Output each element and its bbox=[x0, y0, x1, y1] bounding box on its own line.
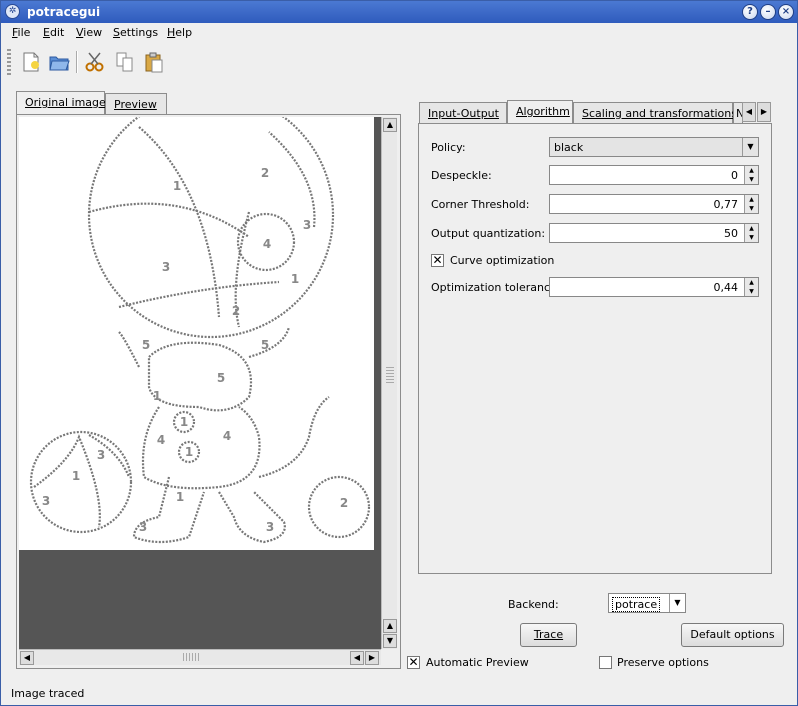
output-quantization-spinbox[interactable]: 50 ▲ ▼ bbox=[549, 223, 759, 243]
region-number: 2 bbox=[261, 166, 269, 180]
region-number: 4 bbox=[263, 237, 271, 251]
curve-optimization-label[interactable]: Curve optimization bbox=[450, 254, 554, 267]
automatic-preview-label[interactable]: Automatic Preview bbox=[426, 656, 529, 669]
open-icon[interactable] bbox=[46, 49, 72, 75]
source-image: 1 2 3 4 3 1 2 5 5 5 4 1 1 4 1 3 3 1 1 3 … bbox=[19, 91, 374, 550]
despeckle-spinbox[interactable]: 0 ▲ ▼ bbox=[549, 165, 759, 185]
scroll-left-icon[interactable]: ◀ bbox=[20, 651, 34, 665]
optimization-tolerance-label: Optimization tolerance: bbox=[431, 281, 561, 294]
menu-view[interactable]: View bbox=[76, 26, 102, 39]
scroll-right-icon[interactable]: ▶ bbox=[365, 651, 379, 665]
region-number: 1 bbox=[176, 490, 184, 504]
scroll-grip[interactable] bbox=[183, 653, 201, 661]
backend-select[interactable]: potrace ▼ bbox=[608, 593, 686, 613]
policy-select[interactable]: black ▼ bbox=[549, 137, 759, 157]
scroll-up-icon[interactable]: ▲ bbox=[383, 619, 397, 633]
spin-buttons[interactable]: ▲ ▼ bbox=[744, 224, 758, 242]
default-options-button[interactable]: Default options bbox=[681, 623, 784, 647]
paste-icon[interactable] bbox=[141, 49, 167, 75]
copy-icon[interactable] bbox=[112, 49, 138, 75]
main-window: ✲ potracegui ? – × File Edit View Settin… bbox=[0, 0, 798, 706]
region-number: 2 bbox=[340, 496, 348, 510]
menu-file[interactable]: File bbox=[12, 26, 30, 39]
menu-help[interactable]: Help bbox=[167, 26, 192, 39]
minimize-icon[interactable]: – bbox=[760, 4, 776, 20]
corner-threshold-spinbox[interactable]: 0,77 ▲ ▼ bbox=[549, 194, 759, 214]
status-bar-text: Image traced bbox=[11, 687, 85, 700]
region-number: 3 bbox=[42, 494, 50, 508]
menu-edit[interactable]: Edit bbox=[43, 26, 64, 39]
curve-optimization-checkbox[interactable]: ✕ bbox=[431, 254, 444, 267]
spin-buttons[interactable]: ▲ ▼ bbox=[744, 278, 758, 296]
toolbar-grip[interactable] bbox=[7, 49, 11, 75]
region-number: 3 bbox=[97, 448, 105, 462]
output-quantization-label: Output quantization: bbox=[431, 227, 546, 240]
tab-original-image[interactable]: Original image bbox=[16, 91, 106, 115]
region-number: 1 bbox=[72, 469, 80, 483]
spin-buttons[interactable]: ▲ ▼ bbox=[744, 166, 758, 184]
chevron-down-icon[interactable]: ▼ bbox=[742, 138, 758, 156]
vertical-scrollbar[interactable]: ▲ ▲ ▼ bbox=[381, 117, 397, 649]
tab-preview[interactable]: Preview bbox=[105, 93, 167, 115]
region-number: 5 bbox=[217, 371, 225, 385]
automatic-preview-checkbox[interactable]: ✕ bbox=[407, 656, 420, 669]
region-number: 1 bbox=[173, 179, 181, 193]
cut-icon[interactable] bbox=[82, 49, 108, 75]
close-icon[interactable]: × bbox=[778, 4, 794, 20]
title-bar: ✲ potracegui ? – × bbox=[1, 1, 797, 23]
toolbar-separator bbox=[76, 51, 78, 73]
scroll-left-icon[interactable]: ◀ bbox=[350, 651, 364, 665]
trace-button[interactable]: Trace bbox=[520, 623, 577, 647]
region-number: 3 bbox=[139, 520, 147, 534]
algorithm-panel bbox=[418, 123, 772, 574]
tab-input-output[interactable]: Input-Output bbox=[419, 102, 507, 124]
despeckle-label: Despeckle: bbox=[431, 169, 492, 182]
window-title: potracegui bbox=[27, 5, 101, 19]
backend-label: Backend: bbox=[508, 598, 559, 611]
preserve-options-checkbox[interactable] bbox=[599, 656, 612, 669]
spin-buttons[interactable]: ▲ ▼ bbox=[744, 195, 758, 213]
region-number: 3 bbox=[266, 520, 274, 534]
region-number: 3 bbox=[162, 260, 170, 274]
region-number: 1 bbox=[185, 445, 193, 459]
region-number: 1 bbox=[180, 415, 188, 429]
tab-scroll-right-icon[interactable]: ▶ bbox=[757, 102, 771, 122]
tab-scroll-left-icon[interactable]: ◀ bbox=[742, 102, 756, 122]
region-number: 5 bbox=[142, 338, 150, 352]
tab-algorithm[interactable]: Algorithm bbox=[507, 100, 573, 124]
scroll-grip[interactable] bbox=[386, 367, 394, 383]
region-number: 5 bbox=[261, 338, 269, 352]
region-number: 1 bbox=[153, 389, 161, 403]
optimization-tolerance-spinbox[interactable]: 0,44 ▲ ▼ bbox=[549, 277, 759, 297]
coloring-image-drawing: 1 2 3 4 3 1 2 5 5 5 4 1 1 4 1 3 3 1 1 3 … bbox=[29, 91, 371, 544]
corner-threshold-label: Corner Threshold: bbox=[431, 198, 530, 211]
preserve-options-label[interactable]: Preserve options bbox=[617, 656, 709, 669]
region-number: 2 bbox=[232, 304, 240, 318]
menu-settings[interactable]: Settings bbox=[113, 26, 158, 39]
app-icon[interactable]: ✲ bbox=[5, 4, 20, 19]
new-icon[interactable] bbox=[18, 49, 44, 75]
menu-bar: File Edit View Settings Help bbox=[1, 23, 797, 43]
region-number: 3 bbox=[303, 218, 311, 232]
policy-label: Policy: bbox=[431, 141, 466, 154]
toolbar bbox=[1, 45, 797, 79]
horizontal-scrollbar[interactable]: ◀ ◀ ▶ bbox=[19, 649, 381, 665]
chevron-down-icon[interactable]: ▼ bbox=[669, 594, 685, 612]
region-number: 4 bbox=[157, 433, 165, 447]
image-canvas[interactable]: 1 2 3 4 3 1 2 5 5 5 4 1 1 4 1 3 3 1 1 3 … bbox=[19, 91, 381, 649]
region-number: 4 bbox=[223, 429, 231, 443]
scroll-down-icon[interactable]: ▼ bbox=[383, 634, 397, 648]
help-button-icon[interactable]: ? bbox=[742, 4, 758, 20]
scroll-up-icon[interactable]: ▲ bbox=[383, 118, 397, 132]
region-number: 1 bbox=[291, 272, 299, 286]
tab-scaling[interactable]: Scaling and transformations bbox=[573, 102, 737, 124]
